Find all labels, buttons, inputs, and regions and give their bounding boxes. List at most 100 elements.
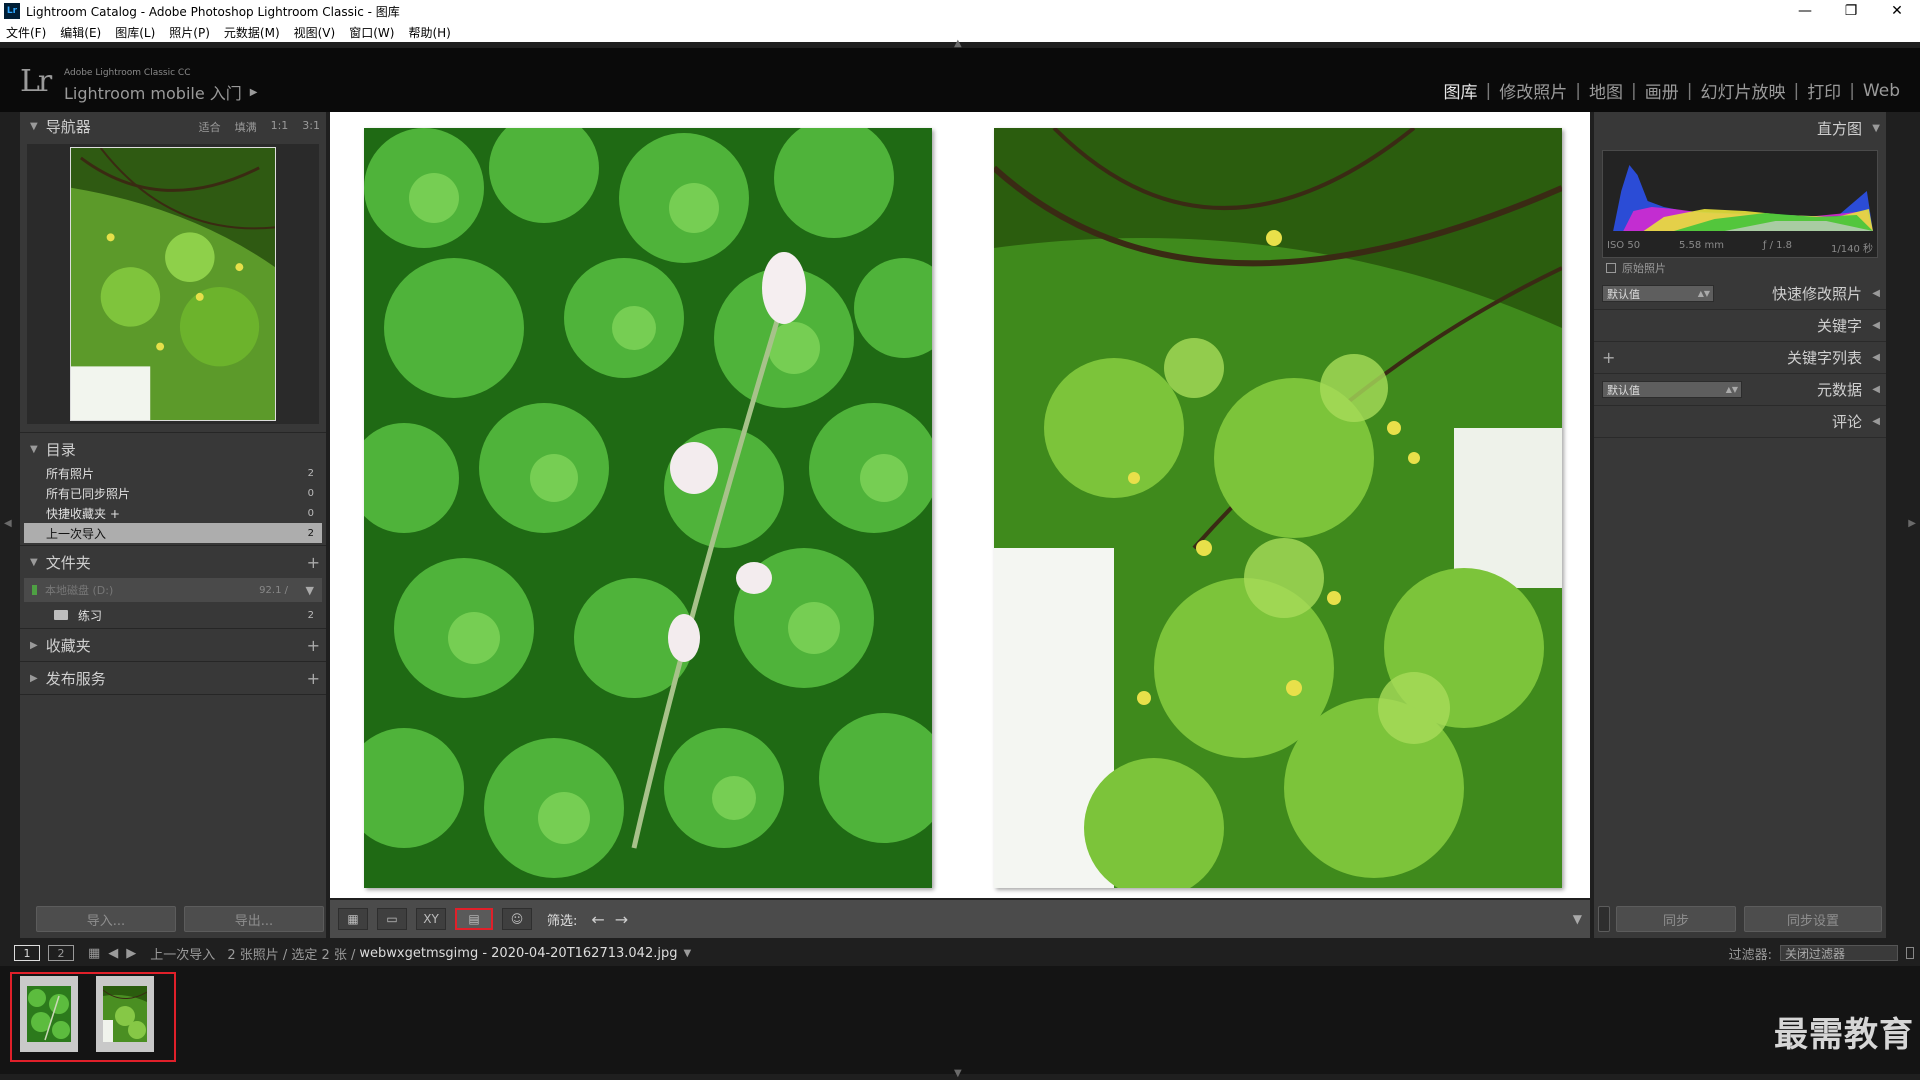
menu-photo[interactable]: 照片(P) xyxy=(169,24,210,41)
restore-button[interactable]: ❐ xyxy=(1828,0,1874,22)
zoom-1-1[interactable]: 1:1 xyxy=(271,119,289,135)
original-photo-toggle[interactable]: 原始照片 xyxy=(1594,258,1886,278)
arrow-left-icon[interactable]: ← xyxy=(591,910,604,929)
sync-toggle-switch[interactable] xyxy=(1598,906,1610,932)
survey-icon: ▤ xyxy=(468,912,480,926)
grid-view-button[interactable]: ▦ xyxy=(338,908,368,930)
menu-file[interactable]: 文件(F) xyxy=(6,24,46,41)
module-slideshow[interactable]: 幻灯片放映 xyxy=(1694,78,1791,103)
module-map[interactable]: 地图 xyxy=(1583,78,1629,103)
menu-window[interactable]: 窗口(W) xyxy=(349,24,394,41)
folder-item[interactable]: 练习 2 xyxy=(24,604,322,626)
quick-develop-preset-select[interactable]: 默认值 ▲▼ xyxy=(1602,285,1714,302)
close-button[interactable]: ✕ xyxy=(1874,0,1920,22)
collections-header[interactable]: ▶ 收藏夹 + xyxy=(20,631,326,659)
volume-size: 92.1 / xyxy=(259,584,288,596)
histogram-graph xyxy=(1613,165,1873,231)
volume-menu-icon[interactable]: ▼ xyxy=(306,584,314,597)
menu-view[interactable]: 视图(V) xyxy=(294,24,336,41)
right-panel-toggle-icon[interactable]: ▶ xyxy=(1908,518,1916,529)
menu-help[interactable]: 帮助(H) xyxy=(408,24,450,41)
grid-shortcut-icon[interactable]: ▦ xyxy=(88,946,100,961)
compare-view-button[interactable]: XY xyxy=(416,908,446,930)
export-button[interactable]: 导出... xyxy=(184,906,324,932)
filter-select[interactable]: 关闭过滤器 xyxy=(1780,945,1898,961)
module-book[interactable]: 画册 xyxy=(1639,78,1685,103)
module-develop[interactable]: 修改照片 xyxy=(1493,78,1573,103)
quick-develop-header[interactable]: 默认值 ▲▼ 快速修改照片 ◀ xyxy=(1594,278,1886,310)
folder-count: 2 xyxy=(307,609,314,621)
folders-title: 文件夹 xyxy=(45,553,91,572)
minimize-button[interactable]: — xyxy=(1782,0,1828,22)
mobile-label: Lightroom mobile 入门 xyxy=(64,84,242,103)
zoom-3-1[interactable]: 3:1 xyxy=(302,119,320,135)
filter-lock-icon[interactable] xyxy=(1906,947,1914,959)
left-panel-toggle-icon[interactable]: ◀ xyxy=(4,518,12,529)
module-library[interactable]: 图库 xyxy=(1438,78,1484,103)
arrow-right-icon[interactable]: → xyxy=(615,910,628,929)
collapse-triangle-icon: ▼ xyxy=(30,120,38,132)
divider xyxy=(20,432,326,433)
module-separator: | xyxy=(1793,80,1800,101)
photo-clover[interactable] xyxy=(364,128,932,888)
module-separator: | xyxy=(1575,80,1581,101)
catalog-item-all-photos[interactable]: 所有照片 2 xyxy=(24,463,322,483)
add-folder-icon[interactable]: + xyxy=(307,553,320,572)
photo-tree[interactable] xyxy=(994,128,1562,888)
menu-library[interactable]: 图库(L) xyxy=(115,24,155,41)
zoom-fill[interactable]: 填满 xyxy=(235,119,257,135)
keyword-list-title: 关键字列表 xyxy=(1786,349,1862,367)
keyword-list-header[interactable]: + 关键字列表 ◀ xyxy=(1594,342,1886,374)
keywording-header[interactable]: 关键字 ◀ xyxy=(1594,310,1886,342)
comments-header[interactable]: 评论 ◀ xyxy=(1594,406,1886,438)
window-1-button[interactable]: 1 xyxy=(14,945,40,961)
expand-triangle-icon: ▶ xyxy=(30,639,38,651)
comments-title: 评论 xyxy=(1831,413,1862,431)
folder-icon xyxy=(54,610,68,620)
menu-metadata[interactable]: 元数据(M) xyxy=(224,24,280,41)
folders-header[interactable]: ▼ 文件夹 + xyxy=(20,548,326,576)
add-collection-icon[interactable]: + xyxy=(307,636,320,655)
zoom-fit[interactable]: 适合 xyxy=(199,119,221,135)
filmstrip-thumbnail-clover[interactable] xyxy=(20,976,78,1052)
volume-row[interactable]: 本地磁盘 (D:) 92.1 / ▼ xyxy=(24,578,322,602)
metadata-header[interactable]: 默认值 ▲▼ 元数据 ◀ xyxy=(1594,374,1886,406)
publish-services-header[interactable]: ▶ 发布服务 + xyxy=(20,664,326,692)
toolbar-menu-icon[interactable]: ▼ xyxy=(1573,912,1582,926)
back-arrow-icon[interactable]: ◀ xyxy=(108,946,118,961)
catalog-item-previous-import[interactable]: 上一次导入 2 xyxy=(24,523,322,543)
histogram-header[interactable]: 直方图 ▼ xyxy=(1594,112,1886,144)
module-web[interactable]: Web xyxy=(1857,81,1906,101)
navigator-header[interactable]: ▼ 导航器 适合 填满 1:1 3:1 xyxy=(20,112,326,140)
mobile-get-started[interactable]: Lightroom mobile 入门 ▶ xyxy=(64,80,257,104)
module-print[interactable]: 打印 xyxy=(1801,78,1847,103)
people-view-button[interactable]: ☺ xyxy=(502,908,532,930)
loupe-view-button[interactable]: ▭ xyxy=(377,908,407,930)
navigator-preview[interactable] xyxy=(27,144,319,424)
catalog-item-all-synced[interactable]: 所有已同步照片 0 xyxy=(24,483,322,503)
sync-button[interactable]: 同步 xyxy=(1616,906,1736,932)
histogram: ISO 50 5.58 mm ƒ / 1.8 1/140 秒 xyxy=(1602,150,1878,258)
survey-view-button[interactable]: ▤ xyxy=(455,908,493,930)
filename-menu-icon[interactable]: ▼ xyxy=(683,948,691,959)
checkbox-icon[interactable] xyxy=(1606,263,1616,273)
add-publish-service-icon[interactable]: + xyxy=(307,669,320,688)
collapse-triangle-icon: ▼ xyxy=(30,556,38,568)
add-keyword-icon[interactable]: + xyxy=(1602,348,1615,367)
filmstrip-thumbnail-tree[interactable] xyxy=(96,976,154,1052)
filmstrip-source[interactable]: 上一次导入 xyxy=(150,944,215,963)
expand-triangle-icon: ◀ xyxy=(1872,288,1880,299)
catalog-header[interactable]: ▼ 目录 xyxy=(20,435,326,463)
product-name: Adobe Lightroom Classic CC xyxy=(64,68,191,78)
metadata-preset-select[interactable]: 默认值 ▲▼ xyxy=(1602,381,1742,398)
catalog-item-quick-collection[interactable]: 快捷收藏夹 + 0 xyxy=(24,503,322,523)
divider xyxy=(20,694,326,695)
bottom-panel-toggle-icon[interactable]: ▼ xyxy=(954,1068,962,1079)
navigator-zoom-options: 适合 填满 1:1 3:1 xyxy=(199,119,320,135)
window-2-button[interactable]: 2 xyxy=(48,945,74,961)
sync-settings-button[interactable]: 同步设置 xyxy=(1744,906,1882,932)
import-button[interactable]: 导入... xyxy=(36,906,176,932)
menu-edit[interactable]: 编辑(E) xyxy=(60,24,101,41)
forward-arrow-icon[interactable]: ▶ xyxy=(126,946,136,961)
thumbnail-image xyxy=(27,986,71,1042)
